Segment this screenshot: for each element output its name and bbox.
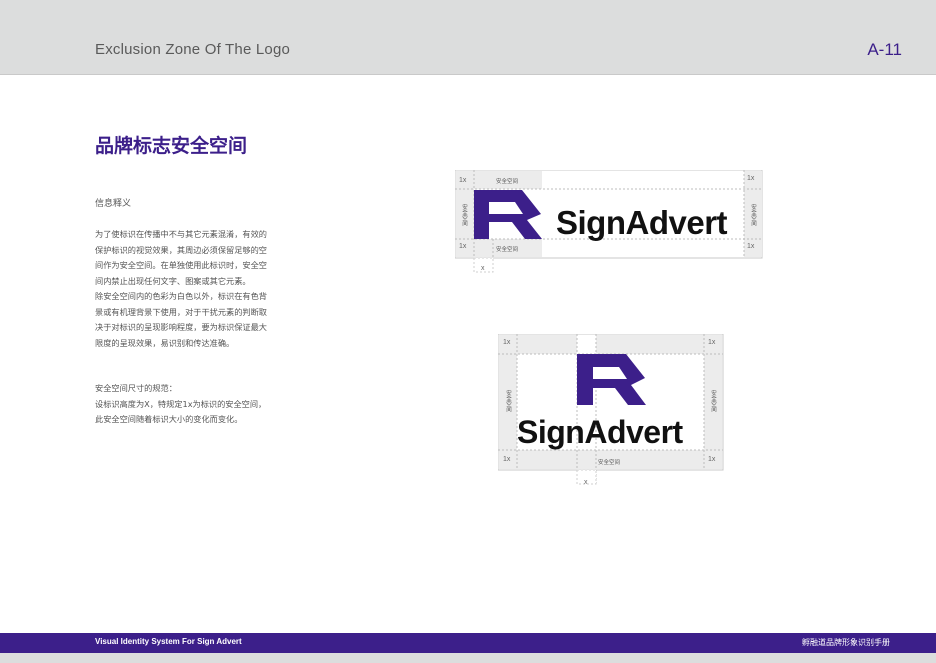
horizontal-logo-diagram: 1x 1x 1x 1x 安全空间 安全空间 安全空间 安全空间 x SignAd… [455, 170, 763, 274]
text-line: 此安全空间随着标识大小的变化而变化。 [95, 414, 243, 424]
info-paragraph-2: 安全空间尺寸的规范： 设标识高度为X，特规定1x为标识的安全空间， 此安全空间随… [95, 381, 295, 428]
footer-left-text: Visual Identity System For Sign Advert [95, 637, 242, 646]
footer-strip [0, 653, 936, 663]
text-line: 限度的呈现效果，易识别和传达准确。 [95, 337, 235, 348]
page-header: Exclusion Zone Of The Logo A-11 [0, 0, 936, 75]
zone-label: 安全空间 [750, 204, 756, 226]
wordmark: SignAdvert [517, 414, 683, 450]
text-line: 为了使标识在传播中不与其它元素混淆，有效的 [95, 229, 267, 239]
x-label: x [481, 265, 485, 272]
unit-label: 1x [503, 456, 511, 463]
header-title: Exclusion Zone Of The Logo [95, 41, 291, 58]
stacked-logo-diagram: 1x 1x 1x 1x 安全空间 安全空间 安全空间 x SignAdvert [498, 334, 724, 490]
text-line: 间作为安全空间。在单独使用此标识时，安全空 [95, 260, 267, 270]
unit-label: 1x [459, 177, 467, 184]
text-line: 景或有机理背景下使用，对于干扰元素的判断取 [95, 306, 267, 317]
page-footer: Visual Identity System For Sign Advert 孵… [0, 633, 936, 653]
text-line: 决于对标识的呈现影响程度，要为标识保证最大 [95, 322, 267, 332]
footer-right-text: 孵融道品牌形象识别手册 [802, 638, 890, 647]
text-line: 安全空间尺寸的规范： [95, 383, 177, 393]
zone-label: 安全空间 [461, 204, 467, 226]
info-paragraph-1: 为了使标识在传播中不与其它元素混淆，有效的 保护标识的视觉效果，其周边必须保留足… [95, 227, 295, 351]
zone-label: 安全空间 [598, 460, 621, 466]
unit-label: 1x [708, 456, 716, 463]
stacked-zone-frame [498, 334, 724, 485]
text-line: 间内禁止出现任何文字、图案或其它元素。 [95, 275, 251, 286]
unit-label: 1x [747, 175, 755, 182]
unit-label: 1x [708, 339, 716, 346]
page-number: A-11 [867, 40, 902, 59]
section-title: 品牌标志安全空间 [95, 135, 248, 157]
zone-label: 安全空间 [710, 390, 716, 412]
unit-label: 1x [459, 243, 467, 250]
info-heading: 信息释义 [95, 199, 132, 209]
zone-label: 安全空间 [496, 179, 519, 185]
wordmark: SignAdvert [556, 204, 728, 241]
text-line: 保护标识的视觉效果，其周边必须保留足够的空 [95, 244, 267, 255]
zone-label: 安全空间 [505, 390, 511, 412]
unit-label: 1x [747, 243, 755, 250]
text-line: 设标识高度为X，特规定1x为标识的安全空间， [95, 398, 267, 409]
unit-label: 1x [503, 339, 511, 346]
text-line: 除安全空间内的色彩为白色以外，标识在有色背 [95, 291, 267, 301]
x-label: x [584, 479, 588, 486]
zone-label: 安全空间 [496, 247, 519, 253]
